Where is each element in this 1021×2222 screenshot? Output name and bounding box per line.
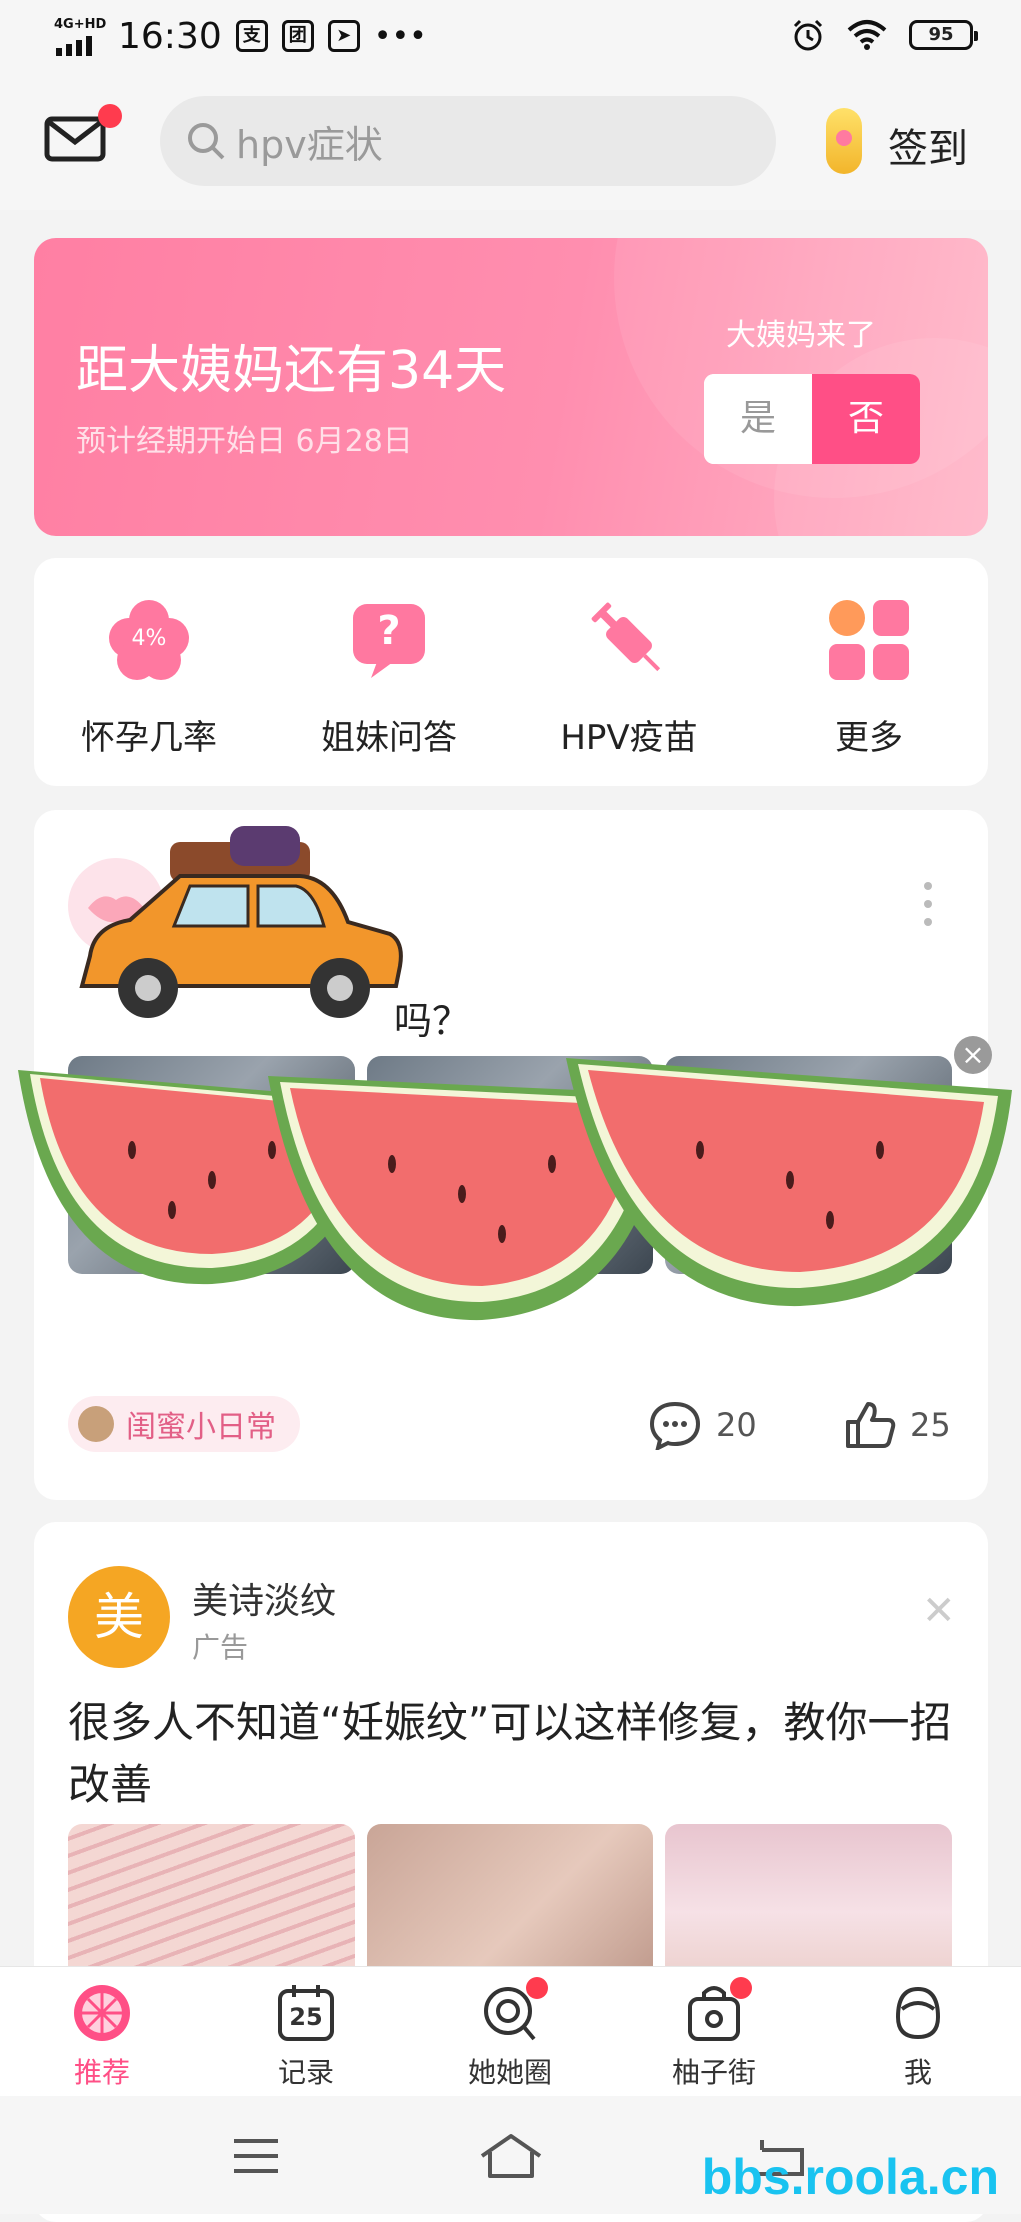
- topic-tag-label: 闺蜜小日常: [126, 1410, 276, 1445]
- comment-icon: [649, 1401, 701, 1450]
- notification-dot: [526, 1977, 548, 1999]
- profile-icon: [888, 1983, 948, 2043]
- expected-start-date: 预计经期开始日 6月28日: [76, 424, 413, 459]
- calendar-day: 25: [289, 2003, 323, 2031]
- syringe-icon: [587, 598, 671, 682]
- shortcut-card: 4% 怀孕几率 ? 姐妹问答 HPV疫苗 更多: [34, 558, 988, 786]
- period-countdown: 距大姨妈还有34天: [76, 341, 507, 401]
- nav-label: 我: [903, 2056, 932, 2089]
- thumbs-up-icon: [846, 1402, 896, 1448]
- ad-avatar: 美: [68, 1566, 170, 1668]
- comment-count[interactable]: 20: [648, 1400, 757, 1450]
- telegram-icon: ➤: [327, 20, 360, 52]
- flower-icon: 4%: [107, 598, 191, 682]
- car-sticker[interactable]: [70, 816, 410, 1056]
- comment-count-value: 20: [716, 1406, 757, 1444]
- nav-community[interactable]: 她她圈: [408, 1977, 612, 2091]
- shortcut-label: 怀孕几率: [81, 718, 217, 758]
- pregnancy-chance-badge: 4%: [131, 626, 167, 651]
- yes-button[interactable]: 是: [704, 374, 812, 464]
- like-count[interactable]: 25: [844, 1400, 951, 1450]
- period-toggle: 是 否: [704, 374, 920, 464]
- close-sticker-button[interactable]: ×: [954, 1036, 992, 1074]
- like-count-value: 25: [910, 1406, 951, 1444]
- home-icon[interactable]: [478, 2132, 544, 2180]
- bottom-nav: 推荐 25 记录 她她圈 柚子街 我: [0, 1966, 1021, 2097]
- signal-icon: 4G+HD: [54, 14, 106, 58]
- wifi-icon: [847, 20, 887, 50]
- more-options-icon[interactable]: [924, 882, 932, 936]
- nav-me[interactable]: 我: [816, 1983, 1020, 2091]
- shortcut-label: 姐妹问答: [321, 718, 457, 758]
- mail-icon[interactable]: [44, 116, 106, 162]
- topic-tag[interactable]: 闺蜜小日常: [68, 1396, 300, 1452]
- search-placeholder: hpv症状: [236, 122, 383, 167]
- nav-shop[interactable]: 柚子街: [612, 1977, 816, 2091]
- shortcut-hpv-vaccine[interactable]: HPV疫苗: [514, 598, 744, 759]
- grid-icon: [827, 598, 911, 682]
- shortcut-label: 更多: [835, 718, 903, 758]
- more-notifications-icon: •••: [373, 18, 427, 54]
- meituan-icon: 团: [281, 20, 314, 52]
- nav-label: 推荐: [73, 2056, 130, 2089]
- alarm-icon: [793, 19, 823, 51]
- menu-icon[interactable]: [232, 2138, 280, 2174]
- nav-record[interactable]: 25 记录: [204, 1983, 408, 2091]
- ad-text: 很多人不知道“妊娠纹”可以这样修复，教你一招改善: [68, 1698, 952, 1809]
- watermelon-sticker[interactable]: [560, 1050, 1021, 1320]
- search-bar[interactable]: hpv症状: [160, 96, 776, 186]
- period-question: 大姨妈来了: [726, 318, 876, 353]
- search-icon: [188, 123, 225, 160]
- battery-icon: 95: [909, 20, 978, 50]
- question-bubble-icon: ?: [347, 598, 431, 682]
- shortcut-pregnancy-chance[interactable]: 4% 怀孕几率: [34, 598, 264, 759]
- notification-dot: [730, 1977, 752, 1999]
- nav-label: 柚子街: [671, 2056, 756, 2089]
- nav-recommend[interactable]: 推荐: [0, 1983, 204, 2091]
- no-button[interactable]: 否: [812, 374, 920, 464]
- coin-icon[interactable]: [826, 108, 862, 174]
- calendar-icon: 25: [276, 1983, 336, 2043]
- watermark-text: bbs.roola.cn: [701, 2149, 999, 2205]
- close-ad-icon[interactable]: ✕: [922, 1588, 956, 1634]
- ad-advertiser-name: 美诗淡纹: [192, 1581, 337, 1622]
- grapefruit-icon: [72, 1983, 132, 2043]
- community-icon: [480, 1977, 548, 2043]
- shortcut-more[interactable]: 更多: [754, 598, 984, 759]
- shopping-bag-icon: [684, 1977, 752, 2043]
- nav-label: 她她圈: [467, 2056, 552, 2089]
- status-right: 95: [791, 18, 978, 52]
- status-left: 4G+HD 16:30 支 团 ➤ •••: [54, 14, 427, 58]
- ad-label: 广告: [192, 1631, 249, 1664]
- nav-label: 记录: [277, 2056, 334, 2089]
- period-countdown-card[interactable]: 距大姨妈还有34天 预计经期开始日 6月28日 大姨妈来了 是 否: [34, 238, 988, 536]
- alipay-icon: 支: [235, 20, 268, 52]
- signin-button[interactable]: 签到: [888, 116, 968, 174]
- mail-notification-dot: [98, 104, 122, 128]
- topic-avatar: [78, 1406, 114, 1442]
- shortcut-sister-qa[interactable]: ? 姐妹问答: [274, 598, 504, 759]
- status-time: 16:30: [118, 15, 222, 57]
- question-mark: ?: [377, 608, 401, 654]
- shortcut-label: HPV疫苗: [560, 718, 698, 758]
